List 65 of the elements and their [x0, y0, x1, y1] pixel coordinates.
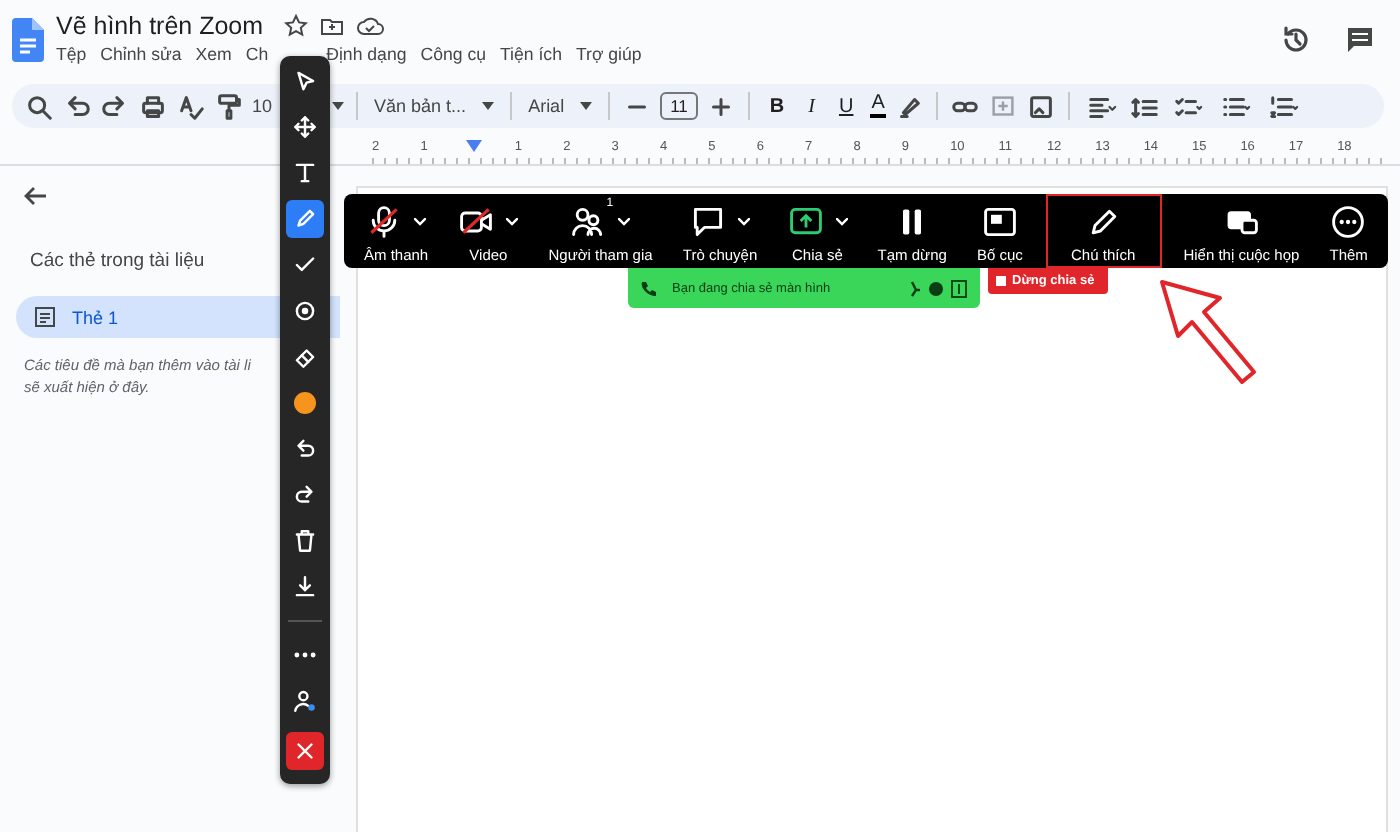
- trash-icon: [292, 528, 318, 554]
- menu-item[interactable]: Trợ giúp: [575, 44, 642, 64]
- close-tool[interactable]: [286, 732, 324, 770]
- spellcheck-icon[interactable]: [176, 91, 206, 121]
- text-icon: [292, 160, 318, 186]
- indent-marker-icon[interactable]: [466, 140, 483, 152]
- menu-item[interactable]: Chỉnh sửa: [100, 44, 182, 64]
- microphone-icon: [366, 203, 403, 239]
- caret-icon[interactable]: [835, 217, 848, 225]
- caret-icon[interactable]: [506, 217, 519, 225]
- pointer-icon: [292, 68, 318, 94]
- cloud-icon[interactable]: [355, 14, 384, 38]
- undo-icon: [292, 436, 318, 462]
- print-icon[interactable]: [138, 91, 168, 121]
- document-icon[interactable]: [12, 18, 44, 62]
- menu-item[interactable]: Tiện ích: [500, 44, 562, 64]
- video-camera-icon: [458, 203, 495, 239]
- caret-icon[interactable]: [332, 102, 345, 110]
- caret-icon[interactable]: [738, 217, 751, 225]
- text-color-button[interactable]: A: [869, 94, 887, 118]
- close-icon: [292, 738, 318, 764]
- dropdown-button[interactable]: Arial: [524, 96, 597, 116]
- phone-icon: [640, 280, 656, 296]
- back-arrow-icon[interactable]: [24, 186, 48, 206]
- star-icon[interactable]: [283, 14, 308, 38]
- screen-share-icon: [787, 203, 824, 239]
- more-icon: [1330, 203, 1367, 239]
- menu-item[interactable]: Định dạng: [326, 44, 407, 64]
- caret-icon: [580, 102, 593, 110]
- caret-icon[interactable]: [618, 217, 631, 225]
- zoom-level-text[interactable]: 10: [252, 96, 273, 116]
- move-icon: [292, 114, 318, 140]
- tab-icon: [34, 306, 56, 328]
- folder-icon[interactable]: [319, 14, 344, 38]
- caret-icon[interactable]: [414, 217, 427, 225]
- dropdown-button[interactable]: Văn bản t...: [370, 96, 499, 116]
- sidebar-heading: Các thẻ trong tài liệu: [30, 250, 205, 272]
- user-settings-icon: [292, 688, 318, 714]
- pen-icon: [292, 206, 318, 232]
- italic-button[interactable]: I: [800, 95, 823, 117]
- people-icon: [570, 203, 607, 239]
- font-size-field[interactable]: 11: [660, 92, 698, 120]
- redo-icon[interactable]: [100, 91, 130, 121]
- caret-icon: [482, 102, 495, 110]
- layout-icon: [981, 203, 1018, 239]
- underline-button[interactable]: U: [830, 95, 862, 117]
- paint-roller-icon[interactable]: [214, 91, 244, 121]
- eraser-icon: [292, 344, 318, 370]
- undo-icon[interactable]: [62, 91, 92, 121]
- search-icon[interactable]: [24, 91, 54, 121]
- menu-item[interactable]: Ch: [245, 44, 269, 64]
- spotlight-icon: [292, 298, 318, 324]
- menu-item[interactable]: Xem: [195, 44, 232, 64]
- pen-tool[interactable]: [286, 200, 324, 238]
- document-title[interactable]: Vẽ hình trên Zoom: [56, 12, 264, 40]
- menu-item[interactable]: Tệp: [56, 44, 87, 64]
- menu-item[interactable]: Công cụ: [420, 44, 486, 64]
- redo-icon: [292, 482, 318, 508]
- status-icons-drawing: [908, 279, 968, 297]
- image-icon[interactable]: [1026, 91, 1057, 121]
- bold-button[interactable]: B: [761, 95, 793, 117]
- history-icon[interactable]: [1280, 24, 1312, 56]
- comment-icon[interactable]: [1344, 24, 1376, 56]
- download-icon: [292, 574, 318, 600]
- chat-bubble-icon: [690, 203, 727, 239]
